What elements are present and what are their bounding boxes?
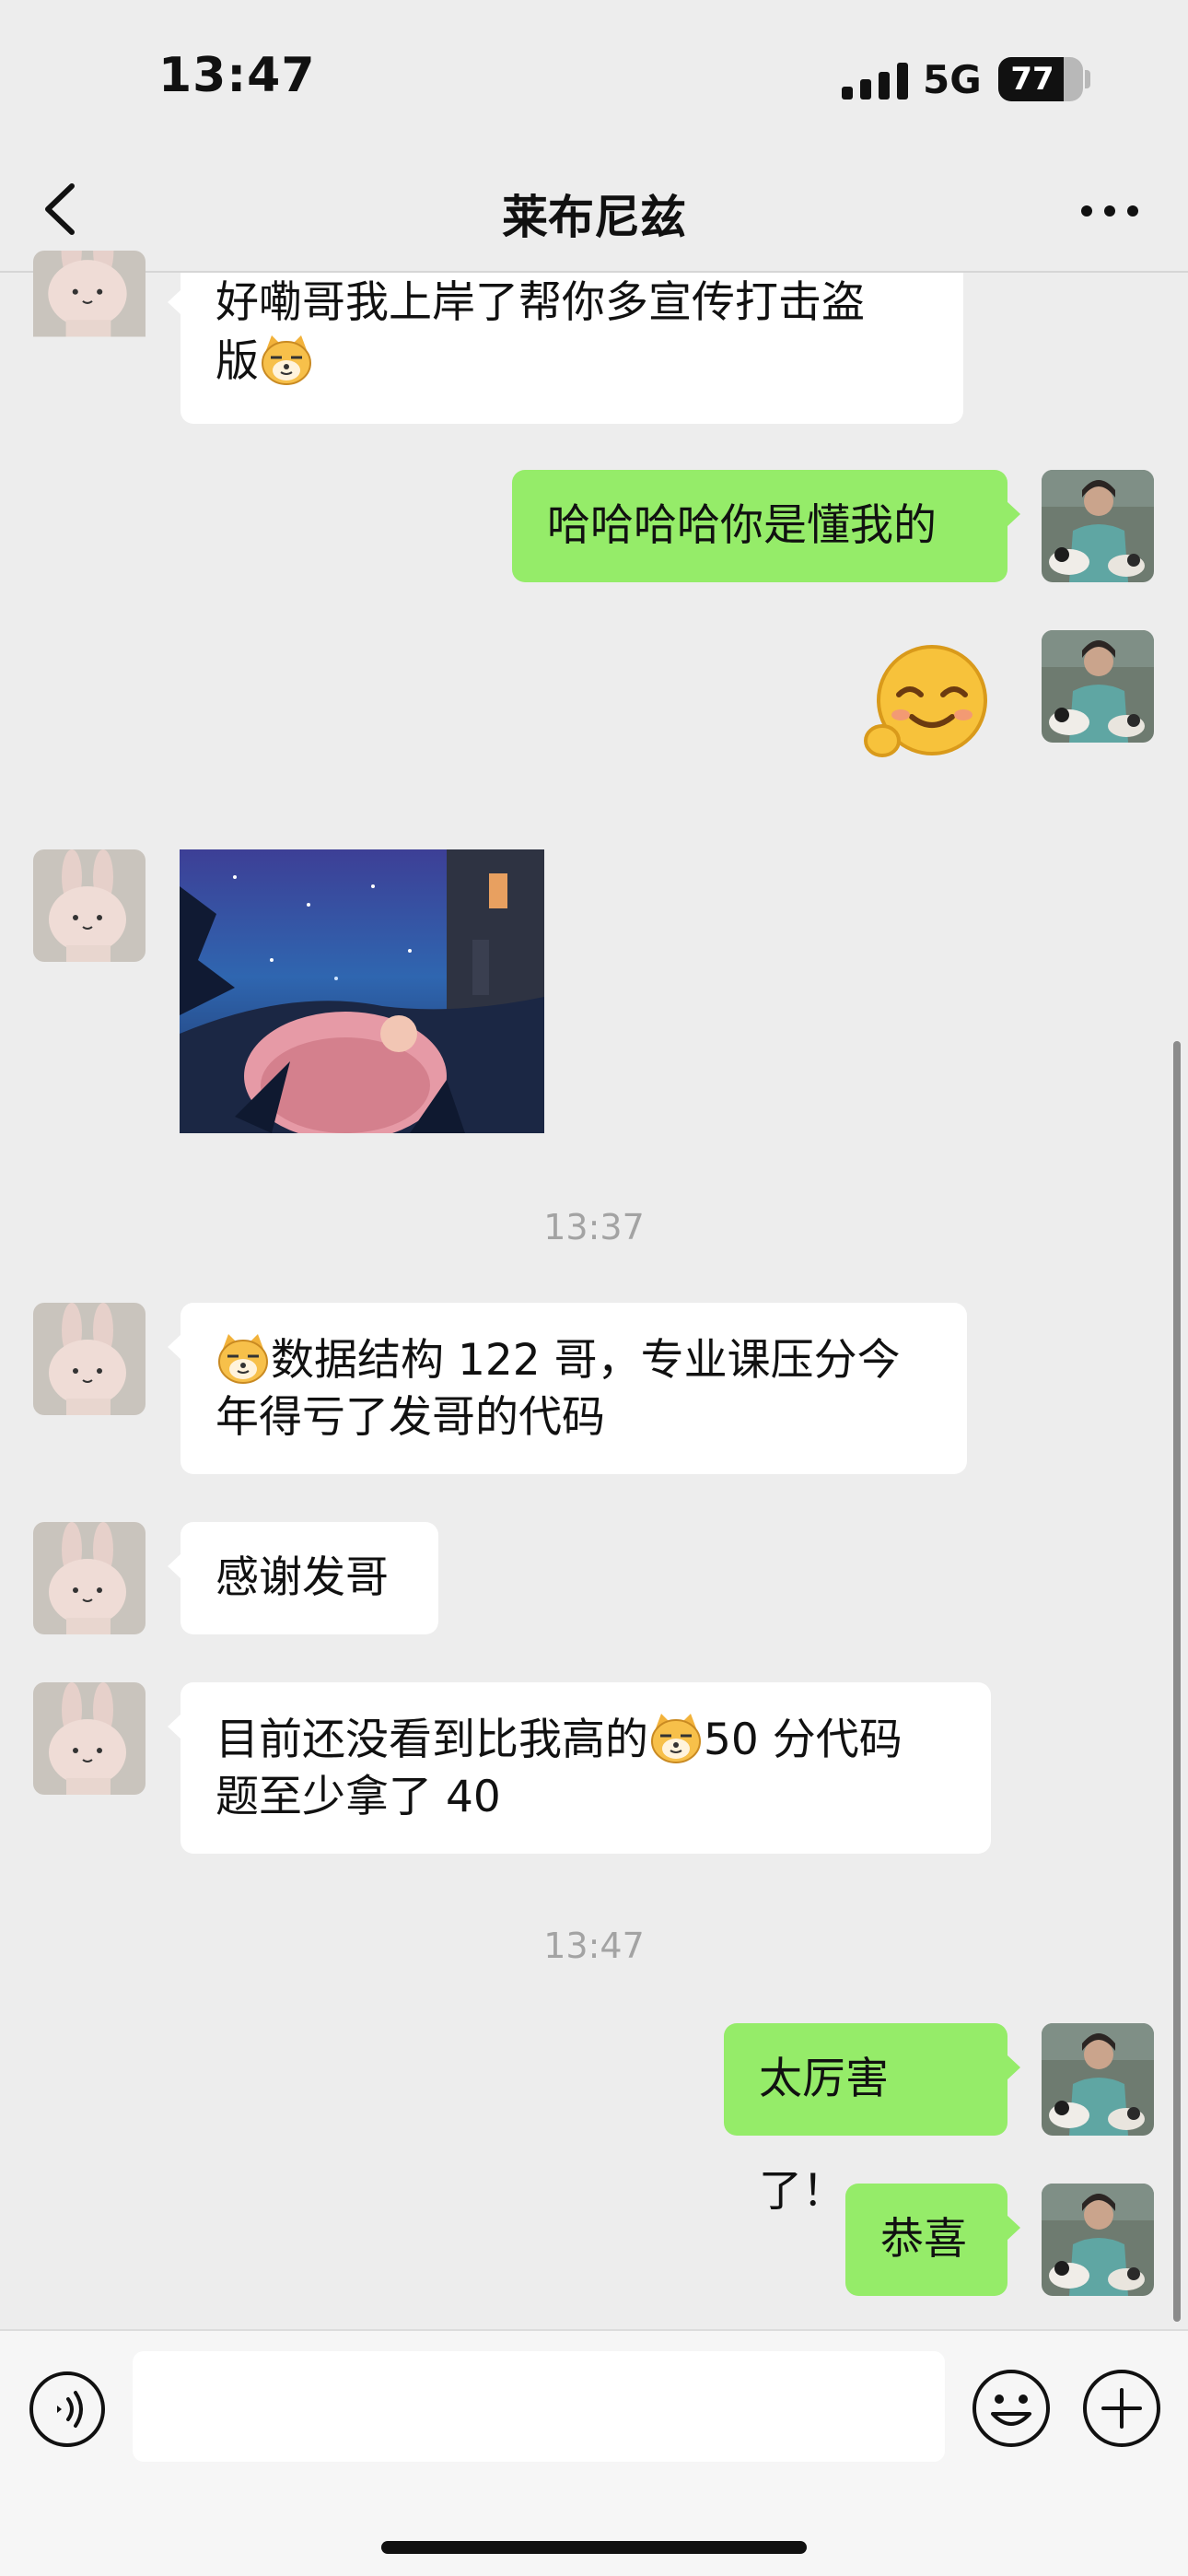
smiling-face-sticker[interactable] — [864, 645, 995, 765]
network-type: 5G — [923, 57, 982, 102]
timestamp: 13:47 — [543, 1926, 645, 1966]
self-avatar[interactable] — [1042, 2023, 1154, 2136]
battery-percent: 77 — [1010, 61, 1054, 98]
signal-bars-icon — [842, 61, 908, 100]
message-bubble[interactable]: 哈哈哈哈你是懂我的 — [512, 470, 1020, 582]
timestamp: 13:37 — [543, 1207, 645, 1247]
message-text: 感谢发哥 — [215, 1552, 389, 1603]
plus-icon[interactable] — [1081, 2368, 1162, 2449]
message-bubble[interactable]: 恭喜 — [845, 2184, 1020, 2296]
contact-avatar[interactable] — [33, 1522, 146, 1634]
message-text: 恭喜 — [880, 2214, 967, 2265]
message-text: 哈哈哈哈你是懂我的 — [547, 500, 937, 551]
contact-avatar[interactable] — [33, 251, 146, 365]
message-text: 目前还没看到比我高的 — [215, 1715, 648, 1765]
message-bubble[interactable]: 目前还没看到比我高的 50 分代码 题至少拿了 40 — [168, 1682, 991, 1854]
message-bubble[interactable]: 感谢发哥 — [168, 1522, 438, 1634]
message-text: 数据结构 122 哥，专业课压分今 年得亏了发哥的代码 — [215, 1335, 901, 1443]
night-scene-photo[interactable] — [180, 849, 544, 1133]
message-bubble[interactable]: 数据结构 122 哥，专业课压分今 年得亏了发哥的代码 — [168, 1303, 967, 1474]
chat-title: 莱布尼兹 — [502, 191, 686, 244]
status-time: 13:47 — [158, 48, 316, 103]
cat-face-emoji — [215, 1330, 271, 1386]
message-input[interactable] — [133, 2351, 945, 2462]
smiley-icon[interactable] — [971, 2368, 1052, 2449]
contact-avatar[interactable] — [33, 1682, 146, 1795]
self-avatar[interactable] — [1042, 2184, 1154, 2296]
contact-avatar[interactable] — [33, 1303, 146, 1415]
self-avatar[interactable] — [1042, 630, 1154, 743]
cat-face-emoji — [259, 332, 314, 387]
message-bubble[interactable]: 好嘞哥我上岸了帮你多宣传打击盗 版 — [168, 273, 963, 424]
ellipsis-icon[interactable] — [1077, 197, 1142, 225]
battery-icon: 77 — [998, 57, 1083, 101]
self-avatar[interactable] — [1042, 470, 1154, 582]
cat-face-emoji — [648, 1710, 704, 1765]
contact-avatar[interactable] — [33, 849, 146, 962]
home-indicator — [381, 2541, 807, 2554]
battery-cap — [1085, 70, 1090, 88]
scrollbar[interactable] — [1173, 1041, 1181, 2322]
voice-icon[interactable] — [28, 2370, 107, 2449]
message-bubble[interactable]: 太厉害了！ — [724, 2023, 1020, 2217]
